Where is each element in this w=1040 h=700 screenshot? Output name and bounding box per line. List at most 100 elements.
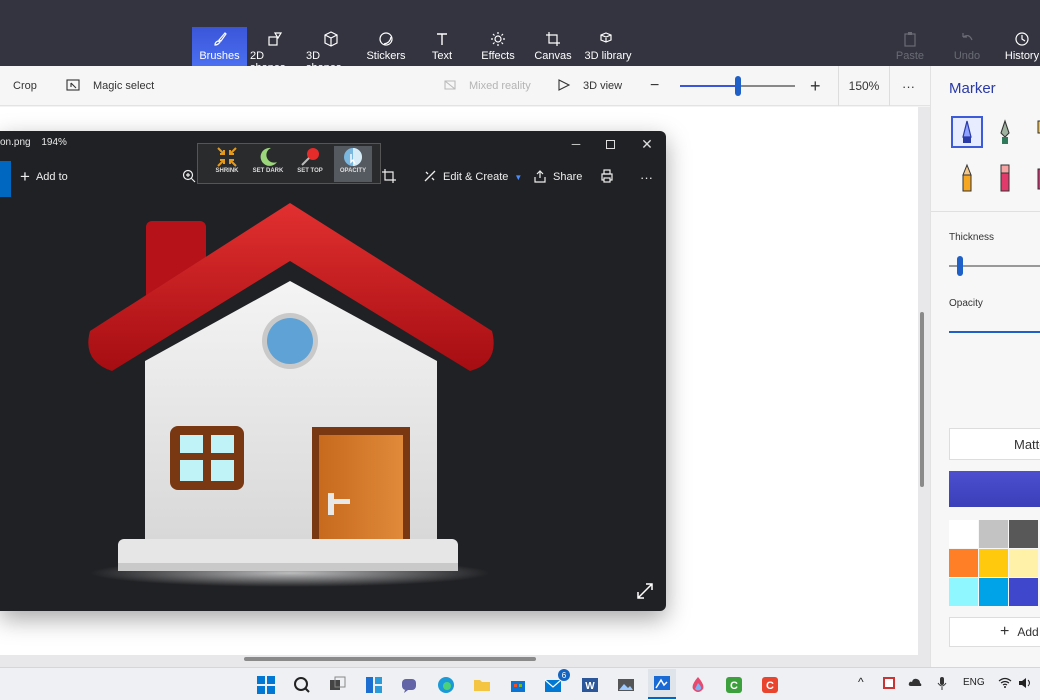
shrink-button[interactable]: SHRINK — [208, 146, 246, 182]
zoom-out-button[interactable]: − — [650, 66, 659, 106]
opacity-slider[interactable] — [949, 331, 1040, 333]
file-explorer-button[interactable] — [470, 673, 494, 697]
mixed-reality-button[interactable]: Mixed reality — [443, 66, 531, 106]
tray-chevron-icon[interactable]: ^ — [858, 675, 864, 689]
zoom-slider[interactable] — [680, 76, 795, 96]
calligraphy-pen-brush[interactable] — [989, 116, 1021, 148]
paint3d-button[interactable] — [648, 669, 676, 699]
secondary-toolbar: Crop Magic select Mixed reality 3D view … — [0, 66, 930, 106]
history-label: History — [1004, 50, 1040, 62]
paste-label: Paste — [895, 50, 925, 62]
opacity-button[interactable]: OPACITY — [334, 146, 372, 182]
color-swatch[interactable] — [979, 578, 1008, 606]
wifi-icon[interactable] — [998, 677, 1012, 691]
crayon-brush[interactable] — [1027, 162, 1040, 194]
teams-button[interactable] — [398, 673, 422, 697]
magic-select-button[interactable]: Magic select — [66, 66, 154, 106]
edge-button[interactable] — [434, 673, 458, 697]
capture-button[interactable]: C — [758, 673, 782, 697]
set-dark-button[interactable]: SET DARK — [249, 146, 287, 182]
thickness-slider[interactable] — [949, 256, 1040, 276]
color-swatch[interactable] — [979, 520, 1008, 548]
store-icon — [511, 681, 525, 692]
photos-icon — [618, 679, 634, 691]
oil-brush[interactable] — [1027, 116, 1040, 148]
color-swatch[interactable] — [949, 578, 978, 606]
fullscreen-button[interactable] — [636, 582, 656, 602]
microphone-icon[interactable] — [937, 677, 947, 693]
camtasia-button[interactable]: C — [722, 673, 746, 697]
3d-view-label: 3D view — [583, 80, 623, 92]
color-app-button[interactable] — [686, 673, 710, 697]
color-swatch[interactable] — [949, 520, 978, 548]
onedrive-icon[interactable] — [908, 677, 922, 690]
pencil-brush[interactable] — [951, 162, 983, 194]
opacity-icon — [344, 148, 362, 166]
color-swatch[interactable] — [949, 549, 978, 577]
tool-canvas[interactable]: Canvas — [534, 27, 572, 66]
selected-color-swatch[interactable] — [949, 471, 1040, 507]
set-top-button[interactable]: SET TOP — [291, 146, 329, 182]
taskbar: 6 W C C ^ ENG — [0, 667, 1040, 700]
crop-button[interactable]: Crop — [13, 66, 37, 106]
eraser-brush[interactable] — [989, 162, 1021, 194]
color-swatch[interactable] — [979, 549, 1008, 577]
photos-button[interactable] — [614, 673, 638, 697]
color-swatch[interactable] — [1009, 520, 1038, 548]
volume-icon[interactable] — [1018, 677, 1032, 692]
word-icon: W — [582, 678, 598, 692]
widgets-icon — [366, 677, 382, 693]
vertical-scrollbar[interactable] — [920, 312, 924, 487]
tool-stickers[interactable]: Stickers — [362, 27, 410, 66]
widgets-button[interactable] — [362, 673, 386, 697]
start-button[interactable] — [254, 673, 278, 697]
history-button[interactable]: History — [1004, 27, 1040, 66]
undo-button[interactable]: Undo — [950, 27, 984, 66]
history-icon — [1013, 31, 1031, 47]
task-view-button[interactable] — [326, 673, 350, 697]
zoom-slider-thumb[interactable] — [734, 76, 741, 96]
text-icon — [433, 31, 451, 47]
svg-text:C: C — [730, 680, 738, 692]
photo-viewer-window[interactable]: on.png 194% ─ ✕ + Add to Edit & Create ▼… — [0, 131, 666, 611]
tray-app-icon[interactable] — [883, 677, 895, 692]
add-color-button[interactable]: + Add — [949, 617, 1040, 647]
horizontal-scrollbar[interactable] — [244, 657, 536, 661]
language-indicator[interactable]: ENG — [963, 677, 985, 688]
paste-button[interactable]: Paste — [893, 27, 927, 66]
tool-effects[interactable]: Effects — [478, 27, 518, 66]
folder-icon — [474, 680, 490, 691]
zoom-slider-fill — [680, 85, 738, 87]
tool-3d-shapes[interactable]: 3D shapes — [306, 27, 356, 74]
word-button[interactable]: W — [578, 673, 602, 697]
thickness-slider-thumb[interactable] — [957, 256, 963, 276]
edge-icon — [438, 677, 454, 693]
3d-shapes-icon — [322, 31, 340, 47]
zoom-value: 150% — [848, 79, 880, 93]
panel-title: Marker — [949, 80, 996, 97]
search-button[interactable] — [290, 673, 314, 697]
tool-text[interactable]: Text — [424, 27, 460, 66]
tool-label: Canvas — [534, 50, 572, 62]
tool-label: 3D library — [584, 50, 632, 62]
plus-icon: + — [1000, 623, 1010, 640]
opacity-label: Opacity — [949, 298, 983, 309]
3d-view-button[interactable]: 3D view — [557, 66, 622, 106]
mixed-reality-icon — [443, 79, 457, 94]
tool-2d-shapes[interactable]: 2D shapes — [250, 27, 300, 74]
tool-3d-library[interactable]: 3D library — [584, 27, 632, 66]
mail-button[interactable]: 6 — [542, 669, 570, 697]
undo-label: Undo — [953, 50, 981, 62]
capture-icon: C — [762, 677, 778, 693]
store-button[interactable] — [506, 673, 530, 697]
tool-label: Text — [431, 50, 453, 62]
color-swatch[interactable] — [1009, 549, 1038, 577]
zoom-level[interactable]: 150% — [838, 66, 890, 106]
zoom-in-button[interactable]: + — [810, 66, 821, 106]
finish-dropdown[interactable]: Matte — [949, 428, 1040, 460]
marker-brush[interactable] — [951, 116, 983, 148]
more-options-button[interactable]: ··· — [902, 66, 915, 106]
tool-brushes[interactable]: Brushes — [192, 27, 247, 66]
brush-icon — [211, 31, 229, 47]
color-swatch[interactable] — [1009, 578, 1038, 606]
